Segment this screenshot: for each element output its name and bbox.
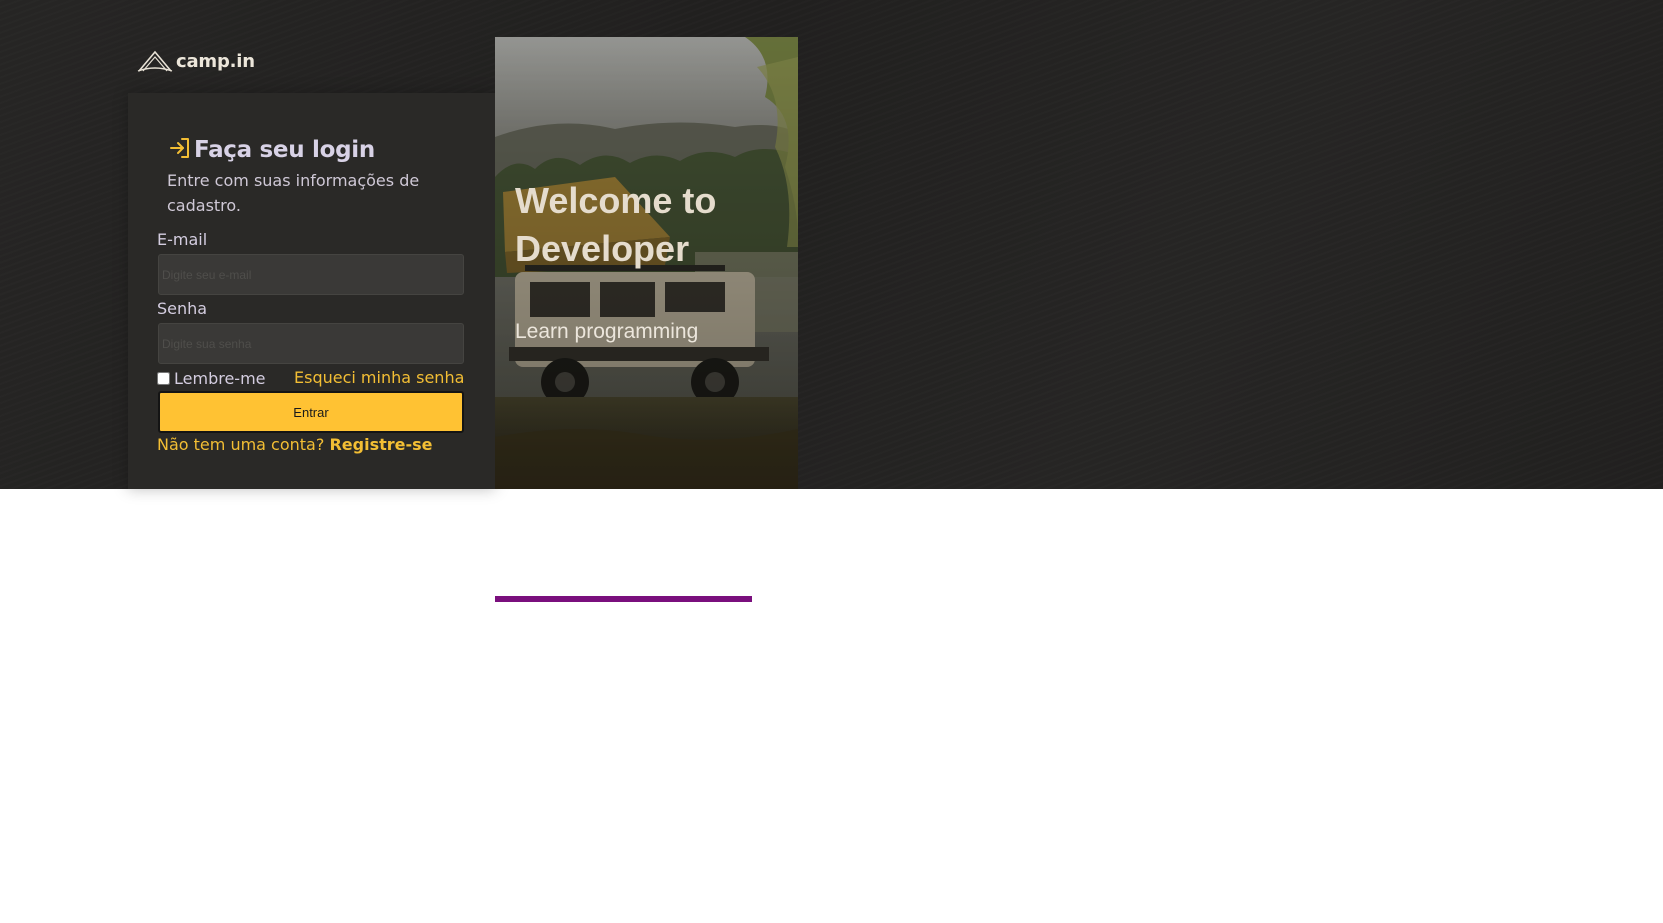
hero-subtitle: Learn programming [515,320,699,343]
password-label: Senha [157,299,208,318]
email-field[interactable] [158,254,464,295]
divider-line [495,596,752,602]
hero-title: Welcome to Developer [515,180,717,269]
remember-label: Lembre-me [174,368,266,388]
brand-name: camp.in [176,50,255,72]
password-field[interactable] [158,323,464,364]
login-subtitle: Entre com suas informações de cadastro. [167,171,420,215]
email-label: E-mail [157,230,208,249]
remember-checkbox[interactable] [157,371,170,385]
hero-panel: Welcome to Developer Learn programming [495,37,798,489]
brand-logo[interactable]: camp.in [137,46,255,76]
forgot-password-link[interactable]: Esqueci minha senha [294,368,464,387]
signup-prompt: Não tem uma conta? Registre-se [157,435,433,454]
login-submit-button[interactable]: Entrar [158,391,464,433]
login-arrow-icon [168,136,192,164]
signup-question: Não tem uma conta? [157,435,325,454]
login-title: Faça seu login [194,137,375,163]
login-heading: Faça seu login [168,133,375,167]
tent-icon [137,49,173,73]
remember-me[interactable]: Lembre-me [157,368,266,388]
signup-link[interactable]: Registre-se [329,435,432,454]
